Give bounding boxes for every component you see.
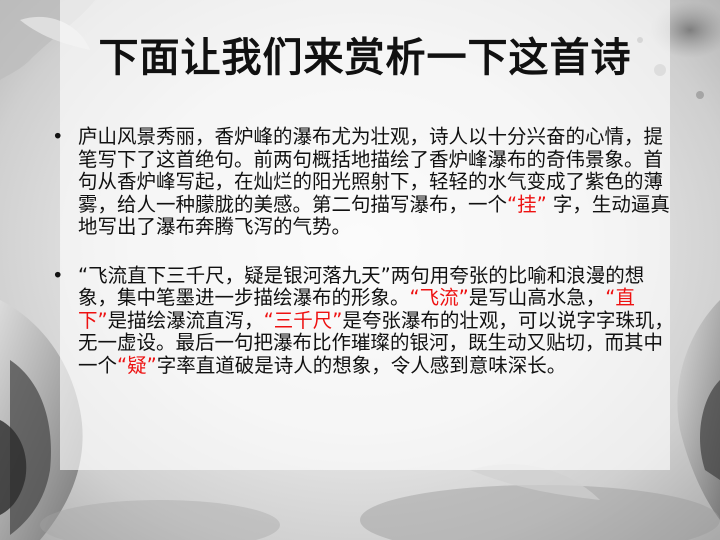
bullet-dot-icon: • [52, 263, 64, 287]
slide-title: 下面让我们来赏析一下这首诗 [98, 35, 632, 81]
bullet-list: • 庐山风景秀丽，香炉峰的瀑布尤为壮观，诗人以十分兴奋的心情，提笔写下了这首绝句。… [48, 125, 680, 403]
bullet-dot-icon: • [52, 125, 64, 148]
highlighted-text: “飞流” [409, 286, 469, 309]
highlighted-text: “三千尺” [263, 308, 343, 332]
slide: 下面让我们来赏析一下这首诗 • 庐山风景秀丽，香炉峰的瀑布尤为壮观，诗人以十分兴奋… [0, 0, 720, 540]
highlighted-text: “疑” [117, 353, 157, 377]
bullet-item: • 庐山风景秀丽，香炉峰的瀑布尤为壮观，诗人以十分兴奋的心情，提笔写下了这首绝句。… [48, 125, 680, 239]
bullet-item: • “飞流直下三千尺，疑是银河落九天”两句用夸张的比喻和浪漫的想象，集中笔墨进一步… [48, 263, 680, 378]
bullet-text: 是写山高水急， [468, 286, 606, 309]
bullet-text: 字率直道破是诗人的想象，令人感到意味深长。 [156, 353, 567, 377]
highlighted-text: “挂” [507, 192, 547, 216]
bullet-text: 是描绘瀑流直泻， [107, 308, 264, 332]
